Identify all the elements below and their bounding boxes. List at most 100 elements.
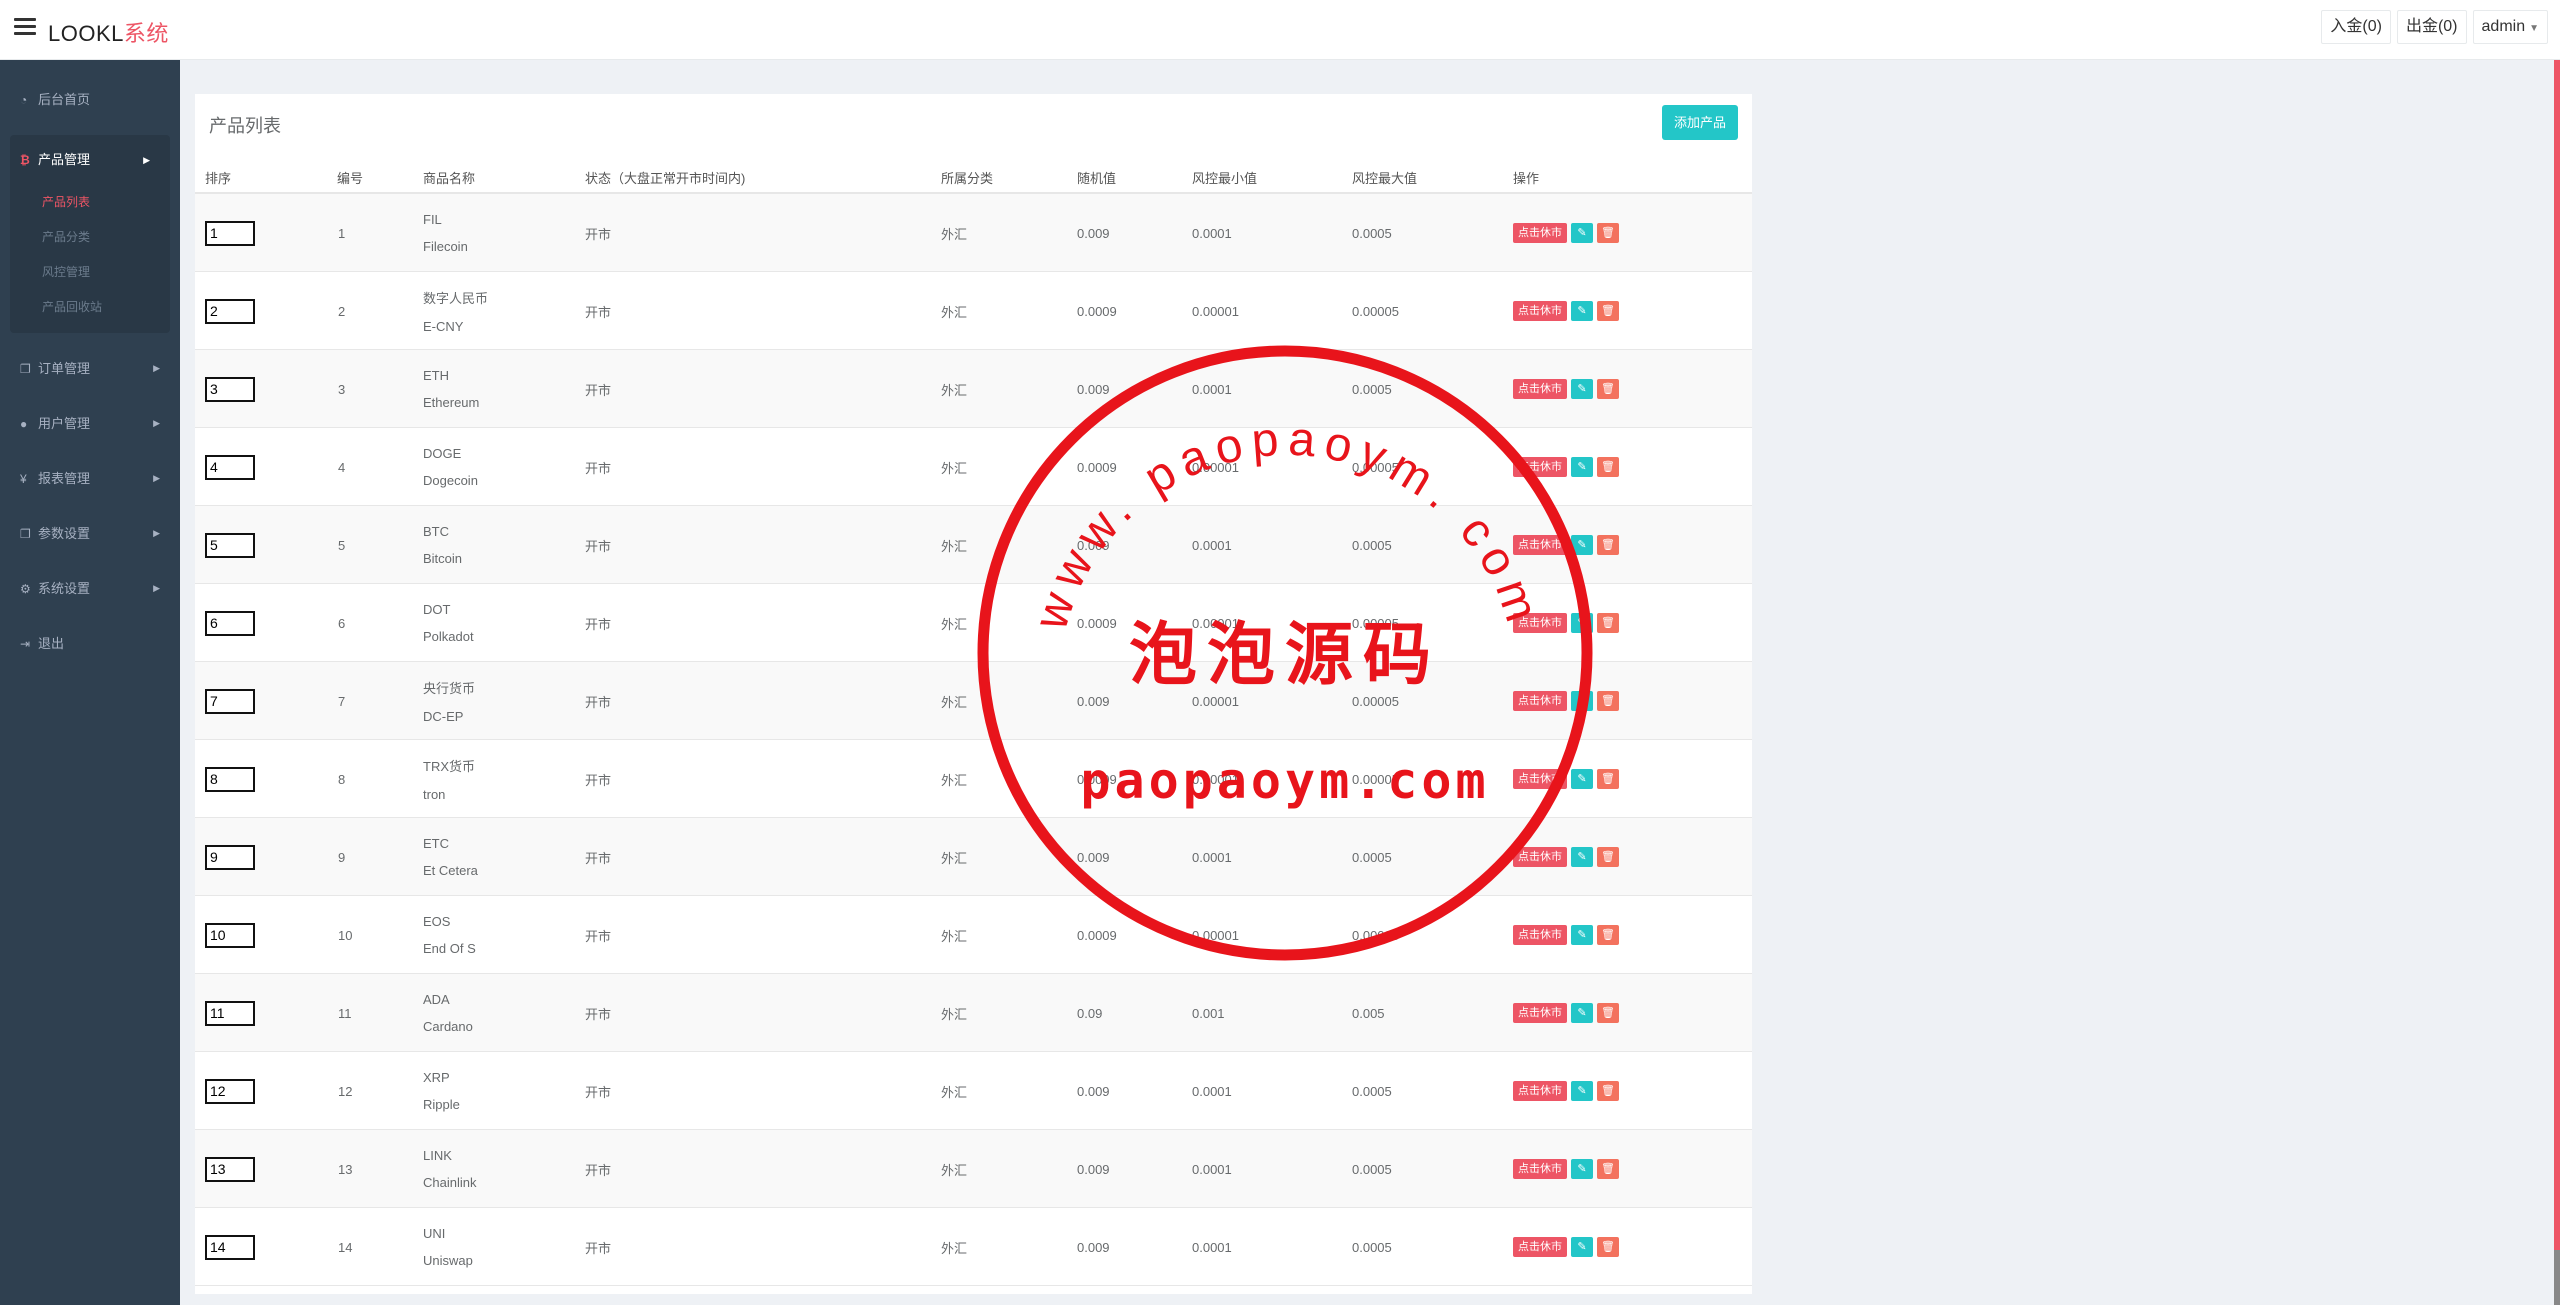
sort-input[interactable]: [205, 1156, 255, 1182]
close-market-button[interactable]: 点击休市: [1513, 691, 1567, 711]
close-market-button[interactable]: 点击休市: [1513, 457, 1567, 477]
column-header-min[interactable]: 风控最小值: [1192, 168, 1257, 187]
trash-icon[interactable]: 🗑: [1597, 1003, 1619, 1023]
sidebar-item-logout[interactable]: ⇥ 退出: [0, 616, 180, 671]
close-market-button[interactable]: 点击休市: [1513, 1003, 1567, 1023]
sidebar-subitem-risk-control[interactable]: 风控管理: [10, 255, 170, 290]
id-cell: 7: [338, 693, 346, 709]
sidebar-item-users[interactable]: ● 用户管理 ▶: [0, 396, 180, 451]
sort-input[interactable]: [205, 766, 255, 792]
sort-input[interactable]: [205, 376, 255, 402]
sort-input[interactable]: [205, 454, 255, 480]
close-market-button[interactable]: 点击休市: [1513, 535, 1567, 555]
trash-icon[interactable]: 🗑: [1597, 1237, 1619, 1257]
sort-input[interactable]: [205, 1000, 255, 1026]
product-code: UNI: [423, 1226, 446, 1241]
trash-icon[interactable]: 🗑: [1597, 691, 1619, 711]
table-row: 1 FILFilecoin 开市 外汇 0.009 0.0001 0.0005 …: [195, 194, 1752, 272]
trash-icon[interactable]: 🗑: [1597, 1159, 1619, 1179]
edit-icon[interactable]: ✎: [1571, 613, 1593, 633]
hamburger-menu-icon[interactable]: [14, 18, 36, 38]
edit-icon[interactable]: ✎: [1571, 457, 1593, 477]
close-market-button[interactable]: 点击休市: [1513, 1237, 1567, 1257]
edit-icon[interactable]: ✎: [1571, 847, 1593, 867]
sidebar-item-reports[interactable]: ¥ 报表管理 ▶: [0, 451, 180, 506]
edit-icon[interactable]: ✎: [1571, 1159, 1593, 1179]
sidebar-subitem-product-list[interactable]: 产品列表: [10, 185, 170, 220]
column-header-max[interactable]: 风控最大值: [1352, 168, 1417, 187]
edit-icon[interactable]: ✎: [1571, 769, 1593, 789]
sort-input[interactable]: [205, 922, 255, 948]
trash-icon[interactable]: 🗑: [1597, 613, 1619, 633]
trash-icon[interactable]: 🗑: [1597, 1081, 1619, 1101]
edit-icon[interactable]: ✎: [1571, 1003, 1593, 1023]
column-header-id[interactable]: 编号: [337, 168, 363, 187]
edit-icon[interactable]: ✎: [1571, 379, 1593, 399]
trash-icon[interactable]: 🗑: [1597, 223, 1619, 243]
sort-input[interactable]: [205, 1234, 255, 1260]
sidebar-item-system[interactable]: ⚙ 系统设置 ▶: [0, 561, 180, 616]
column-header-sort[interactable]: 排序: [205, 168, 231, 187]
trash-icon[interactable]: 🗑: [1597, 457, 1619, 477]
trash-icon[interactable]: 🗑: [1597, 535, 1619, 555]
trash-icon[interactable]: 🗑: [1597, 925, 1619, 945]
trash-icon[interactable]: 🗑: [1597, 847, 1619, 867]
trash-icon[interactable]: 🗑: [1597, 769, 1619, 789]
edit-icon[interactable]: ✎: [1571, 223, 1593, 243]
chevron-right-icon: ▶: [153, 473, 160, 483]
close-market-button[interactable]: 点击休市: [1513, 301, 1567, 321]
edit-icon[interactable]: ✎: [1571, 1081, 1593, 1101]
column-header-category[interactable]: 所属分类: [941, 168, 993, 187]
column-header-status[interactable]: 状态（大盘正常开市时间内): [585, 168, 745, 187]
trash-icon[interactable]: 🗑: [1597, 379, 1619, 399]
max-cell: 0.0005: [1352, 1161, 1392, 1177]
close-market-button[interactable]: 点击休市: [1513, 1081, 1567, 1101]
random-cell: 0.0009: [1077, 615, 1117, 631]
sort-input[interactable]: [205, 610, 255, 636]
scrollbar[interactable]: [2554, 60, 2560, 1305]
sort-input[interactable]: [205, 220, 255, 246]
edit-icon[interactable]: ✎: [1571, 1237, 1593, 1257]
close-market-button[interactable]: 点击休市: [1513, 1159, 1567, 1179]
random-cell: 0.0009: [1077, 303, 1117, 319]
column-header-name[interactable]: 商品名称: [423, 168, 475, 187]
close-market-button[interactable]: 点击休市: [1513, 847, 1567, 867]
category-cell: 外汇: [941, 304, 968, 320]
withdraw-button[interactable]: 出金(0): [2396, 10, 2467, 44]
sidebar-item-products[interactable]: ₿ 产品管理 ▶: [10, 135, 170, 185]
status-cell: 开市: [585, 694, 612, 710]
scrollbar-thumb[interactable]: [2554, 1250, 2560, 1305]
close-market-button[interactable]: 点击休市: [1513, 769, 1567, 789]
sidebar-item-label: 退出: [38, 636, 65, 651]
sort-input[interactable]: [205, 298, 255, 324]
sort-cell: [205, 896, 255, 974]
sort-input[interactable]: [205, 688, 255, 714]
edit-icon[interactable]: ✎: [1571, 691, 1593, 711]
sort-input[interactable]: [205, 844, 255, 870]
close-market-button[interactable]: 点击休市: [1513, 925, 1567, 945]
sort-input[interactable]: [205, 1078, 255, 1104]
name-cell: XRP Ripple: [423, 1052, 460, 1130]
add-product-button[interactable]: 添加产品: [1661, 105, 1738, 140]
column-header-random[interactable]: 随机值: [1077, 168, 1116, 187]
edit-icon[interactable]: ✎: [1571, 925, 1593, 945]
sidebar-item-dashboard[interactable]: ◔ 后台首页: [0, 72, 180, 127]
sidebar-item-params[interactable]: ❐ 参数设置 ▶: [0, 506, 180, 561]
close-market-button[interactable]: 点击休市: [1513, 613, 1567, 633]
sort-input[interactable]: [205, 532, 255, 558]
sidebar-item-orders[interactable]: ❐ 订单管理 ▶: [0, 341, 180, 396]
max-cell: 0.00005: [1352, 927, 1399, 943]
user-menu[interactable]: admin ▼: [2472, 10, 2548, 44]
edit-icon[interactable]: ✎: [1571, 535, 1593, 555]
chevron-down-icon: ▼: [2529, 23, 2539, 34]
close-market-button[interactable]: 点击休市: [1513, 379, 1567, 399]
close-market-button[interactable]: 点击休市: [1513, 223, 1567, 243]
max-cell: 0.0005: [1352, 1239, 1392, 1255]
sidebar-subitem-recycle-bin[interactable]: 产品回收站: [10, 290, 170, 325]
deposit-button[interactable]: 入金(0): [2321, 10, 2391, 44]
edit-icon[interactable]: ✎: [1571, 301, 1593, 321]
max-cell: 0.00005: [1352, 303, 1399, 319]
trash-icon[interactable]: 🗑: [1597, 301, 1619, 321]
id-cell: 5: [338, 537, 346, 553]
sidebar-subitem-product-category[interactable]: 产品分类: [10, 220, 170, 255]
